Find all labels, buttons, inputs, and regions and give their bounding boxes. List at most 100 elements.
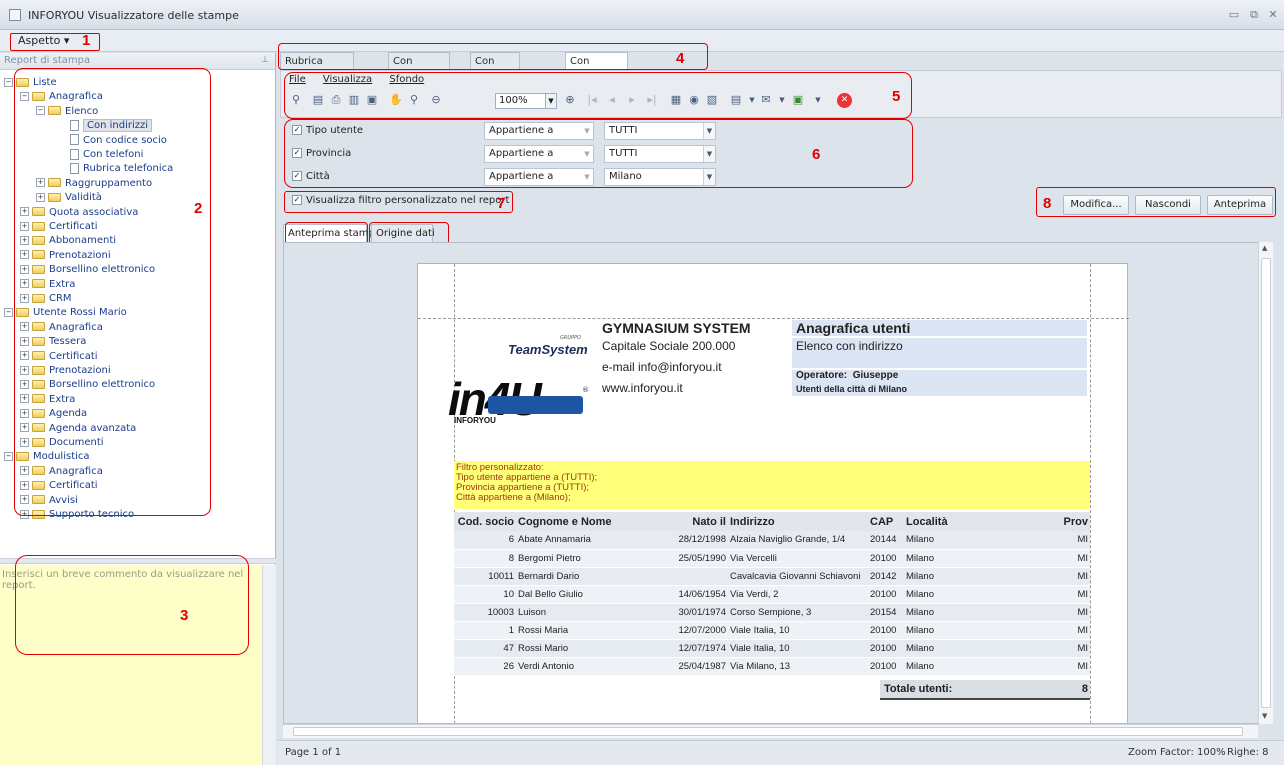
- modifica-button[interactable]: Modifica...: [1063, 195, 1129, 215]
- expand-icon[interactable]: +: [20, 437, 29, 447]
- tree-item[interactable]: + Anagrafica: [20, 321, 103, 335]
- expand-icon[interactable]: +: [36, 178, 45, 188]
- collapse-icon[interactable]: −: [4, 451, 13, 461]
- collapse-icon[interactable]: −: [36, 106, 45, 116]
- expand-icon[interactable]: +: [20, 423, 29, 433]
- expand-icon[interactable]: +: [20, 207, 29, 217]
- tree-item[interactable]: + Prenotazioni: [20, 249, 111, 263]
- tab-rubrica-telefonica[interactable]: Rubrica telefonica✕: [280, 52, 354, 84]
- filter-operator[interactable]: Appartiene a ▼: [484, 168, 594, 186]
- pin-icon[interactable]: ⊥: [261, 55, 269, 65]
- filter-value[interactable]: TUTTI ▼: [604, 122, 716, 140]
- scroll-up-icon[interactable]: ▲: [1262, 244, 1267, 252]
- tab-con-codice-socio[interactable]: Con codice socio✕: [470, 52, 521, 101]
- nascondi-button[interactable]: Nascondi: [1135, 195, 1201, 215]
- last-page-icon[interactable]: ▸|: [645, 92, 659, 108]
- save-icon[interactable]: ▣: [365, 92, 379, 108]
- tree-item[interactable]: − Utente Rossi Mario: [4, 306, 127, 320]
- expand-icon[interactable]: +: [20, 379, 29, 389]
- zoom-in-icon[interactable]: ⊕: [563, 92, 577, 108]
- quick-print-icon[interactable]: ▥: [347, 92, 361, 108]
- tab-origine-dati[interactable]: Origine dati: [371, 224, 435, 242]
- tree-item[interactable]: + Borsellino elettronico: [20, 263, 155, 277]
- expand-icon[interactable]: +: [20, 293, 29, 303]
- print-preview[interactable]: TeamSystem GRUPPO in4U INFORYOU ® GYMNAS…: [283, 242, 1273, 724]
- tree-item[interactable]: + Tessera: [20, 335, 86, 349]
- tree-item[interactable]: + Quota associativa: [20, 206, 138, 220]
- tree-item[interactable]: Con codice socio: [70, 134, 167, 148]
- tab-anteprima-stampa[interactable]: Anteprima stampa: [283, 224, 381, 242]
- horizontal-scrollbar[interactable]: [283, 724, 1258, 738]
- print-icon[interactable]: ⎙: [329, 92, 343, 108]
- export-icon[interactable]: ▤: [729, 92, 743, 108]
- expand-icon[interactable]: +: [20, 235, 29, 245]
- close-icon[interactable]: ✕: [1265, 8, 1281, 22]
- tree-item[interactable]: Con indirizzi: [70, 119, 153, 133]
- expand-icon[interactable]: +: [20, 336, 29, 346]
- tree-item[interactable]: + Borsellino elettronico: [20, 378, 155, 392]
- expand-icon[interactable]: +: [20, 279, 29, 289]
- chevron-down-icon[interactable]: ▼: [703, 123, 715, 139]
- show-filter-option[interactable]: ✓ Visualizza filtro personalizzato nel re…: [292, 195, 509, 206]
- zoom-out-icon[interactable]: ⊖: [429, 92, 443, 108]
- chevron-down-icon[interactable]: ▼: [703, 146, 715, 162]
- color-icon[interactable]: ◉: [687, 92, 701, 108]
- tree-item[interactable]: Con telefoni: [70, 148, 143, 162]
- filter-value[interactable]: TUTTI ▼: [604, 145, 716, 163]
- scroll-thumb[interactable]: [1261, 258, 1271, 708]
- chevron-down-icon[interactable]: ▼: [811, 92, 825, 108]
- filter-value[interactable]: Milano ▼: [604, 168, 716, 186]
- tree-item[interactable]: − Modulistica: [4, 450, 90, 464]
- scroll-thumb[interactable]: [293, 727, 1243, 736]
- collapse-icon[interactable]: −: [4, 77, 13, 87]
- find-icon[interactable]: ⚲: [289, 92, 303, 108]
- expand-icon[interactable]: +: [20, 250, 29, 260]
- restore-icon[interactable]: ⧉: [1246, 8, 1262, 22]
- tree-item[interactable]: + CRM: [20, 292, 72, 306]
- chevron-down-icon[interactable]: ▼: [545, 93, 557, 109]
- menu-file[interactable]: File: [289, 74, 306, 85]
- show-filter-checkbox[interactable]: ✓: [292, 195, 302, 205]
- tree-item[interactable]: + Certificati: [20, 220, 98, 234]
- chevron-down-icon[interactable]: ▼: [703, 169, 715, 185]
- previous-page-icon[interactable]: ◂: [605, 92, 619, 108]
- tree-item[interactable]: + Certificati: [20, 350, 98, 364]
- expand-icon[interactable]: +: [20, 365, 29, 375]
- tree-item[interactable]: + Agenda: [20, 407, 87, 421]
- tab-con-indirizzi[interactable]: Con indirizzi✕: [565, 52, 628, 84]
- close-preview-icon[interactable]: ✕: [837, 93, 852, 108]
- tree-item[interactable]: Rubrica telefonica: [70, 162, 173, 176]
- tree-item[interactable]: − Liste: [4, 76, 57, 90]
- filter-operator[interactable]: Appartiene a ▼: [484, 122, 594, 140]
- watermark-icon[interactable]: ▧: [705, 92, 719, 108]
- scroll-down-icon[interactable]: ▼: [1262, 712, 1267, 720]
- expand-icon[interactable]: +: [20, 221, 29, 231]
- expand-icon[interactable]: +: [20, 264, 29, 274]
- expand-icon[interactable]: +: [20, 509, 29, 519]
- expand-icon[interactable]: +: [20, 394, 29, 404]
- multiple-pages-icon[interactable]: ▦: [669, 92, 683, 108]
- tree-item[interactable]: + Raggruppamento: [36, 177, 152, 191]
- tree-item[interactable]: + Documenti: [20, 436, 104, 450]
- tree-item[interactable]: + Agenda avanzata: [20, 422, 136, 436]
- comment-scrollbar[interactable]: [262, 565, 276, 765]
- tree-item[interactable]: + Supporto tecnico: [20, 508, 134, 522]
- expand-icon[interactable]: +: [20, 495, 29, 505]
- filter-checkbox[interactable]: ✓: [292, 125, 302, 135]
- email-icon[interactable]: ✉: [759, 92, 773, 108]
- vertical-scrollbar[interactable]: ▲ ▼: [1258, 242, 1273, 724]
- tree-item[interactable]: + Validità: [36, 191, 102, 205]
- page-setup-icon[interactable]: ▤: [311, 92, 325, 108]
- expand-icon[interactable]: +: [20, 466, 29, 476]
- tree-item[interactable]: + Extra: [20, 278, 75, 292]
- panel-splitter[interactable]: [0, 558, 276, 564]
- tree-item[interactable]: − Elenco: [36, 105, 98, 119]
- hand-icon[interactable]: ✋: [389, 92, 403, 108]
- tree-item[interactable]: + Avvisi: [20, 494, 78, 508]
- tree-item[interactable]: + Abbonamenti: [20, 234, 116, 248]
- tab-con-telefoni[interactable]: Con telefoni✕: [388, 52, 451, 84]
- tree-item[interactable]: + Extra: [20, 393, 75, 407]
- magnifier-icon[interactable]: ⚲: [407, 92, 421, 108]
- tree-item[interactable]: − Anagrafica: [20, 90, 103, 104]
- expand-icon[interactable]: +: [20, 408, 29, 418]
